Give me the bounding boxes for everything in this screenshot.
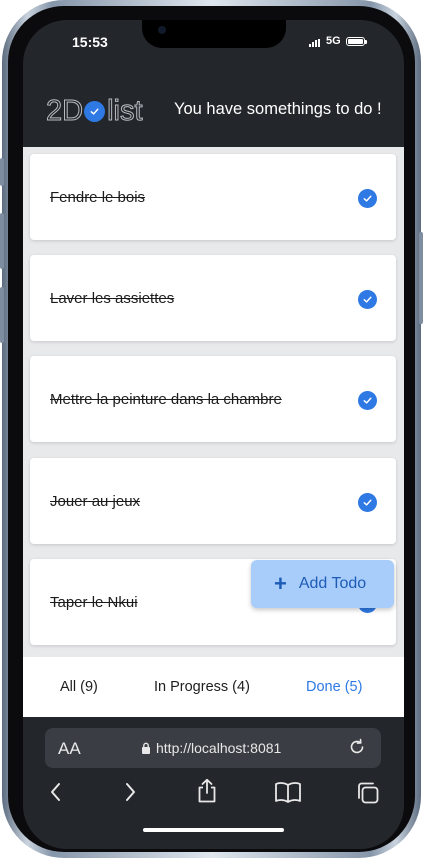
volume-down-button <box>0 287 4 343</box>
volume-up-button <box>0 213 4 269</box>
tab-done[interactable]: Done (5) <box>306 679 362 695</box>
app-header: 2D list You have somethings to do ! <box>23 64 404 147</box>
todo-label: Taper le Nkui <box>50 594 138 611</box>
add-todo-label: Add Todo <box>298 575 367 592</box>
battery-icon <box>346 37 367 46</box>
power-button <box>419 232 423 324</box>
logo-check-icon <box>84 101 106 122</box>
logo-text-right: list <box>107 95 143 128</box>
network-type: 5G <box>326 35 341 47</box>
reload-icon[interactable] <box>347 737 367 762</box>
screen: 15:53 5G 2D list You have somethings to … <box>23 20 404 849</box>
tab-in-progress[interactable]: In Progress (4) <box>154 679 250 695</box>
app-logo: 2D list <box>45 95 143 128</box>
todo-item[interactable]: Laver les assiettes <box>30 255 396 341</box>
todo-item[interactable]: Mettre la peinture dans la chambre <box>30 356 396 442</box>
address-bar[interactable]: AA http://localhost:8081 <box>45 728 381 768</box>
todo-label: Laver les assiettes <box>50 290 175 307</box>
header-tagline: You have somethings to do ! <box>174 100 382 118</box>
checked-icon[interactable] <box>358 391 377 410</box>
tabs-icon[interactable] <box>356 781 380 810</box>
add-todo-button[interactable]: + Add Todo <box>251 560 394 608</box>
url-text: http://localhost:8081 <box>156 740 282 756</box>
status-time: 15:53 <box>72 34 108 50</box>
notch <box>142 20 286 48</box>
signal-icon <box>309 39 320 47</box>
lock-icon <box>142 742 150 754</box>
url-display[interactable]: http://localhost:8081 <box>141 740 281 756</box>
todo-item[interactable]: Fendre le bois <box>30 154 396 240</box>
tab-all[interactable]: All (9) <box>60 679 98 695</box>
browser-toolbar: AA http://localhost:8081 <box>23 717 404 849</box>
checked-icon[interactable] <box>358 290 377 309</box>
todo-item[interactable]: Jouer au jeux <box>30 458 396 544</box>
filter-tabs: All (9) In Progress (4) Done (5) <box>23 657 404 717</box>
todo-label: Mettre la peinture dans la chambre <box>50 391 282 408</box>
checked-icon[interactable] <box>358 493 377 512</box>
camera-icon <box>158 26 166 34</box>
share-icon[interactable] <box>196 778 218 809</box>
silent-switch <box>0 158 4 186</box>
todo-label: Fendre le bois <box>50 189 146 206</box>
forward-icon[interactable] <box>123 780 137 809</box>
logo-text-left: 2D <box>45 95 84 128</box>
back-icon[interactable] <box>49 780 63 809</box>
plus-icon: + <box>274 571 287 596</box>
bookmarks-icon[interactable] <box>274 781 302 808</box>
home-indicator[interactable] <box>143 828 284 832</box>
text-size-button[interactable]: AA <box>58 739 81 759</box>
todo-label: Jouer au jeux <box>50 493 141 510</box>
checked-icon[interactable] <box>358 189 377 208</box>
